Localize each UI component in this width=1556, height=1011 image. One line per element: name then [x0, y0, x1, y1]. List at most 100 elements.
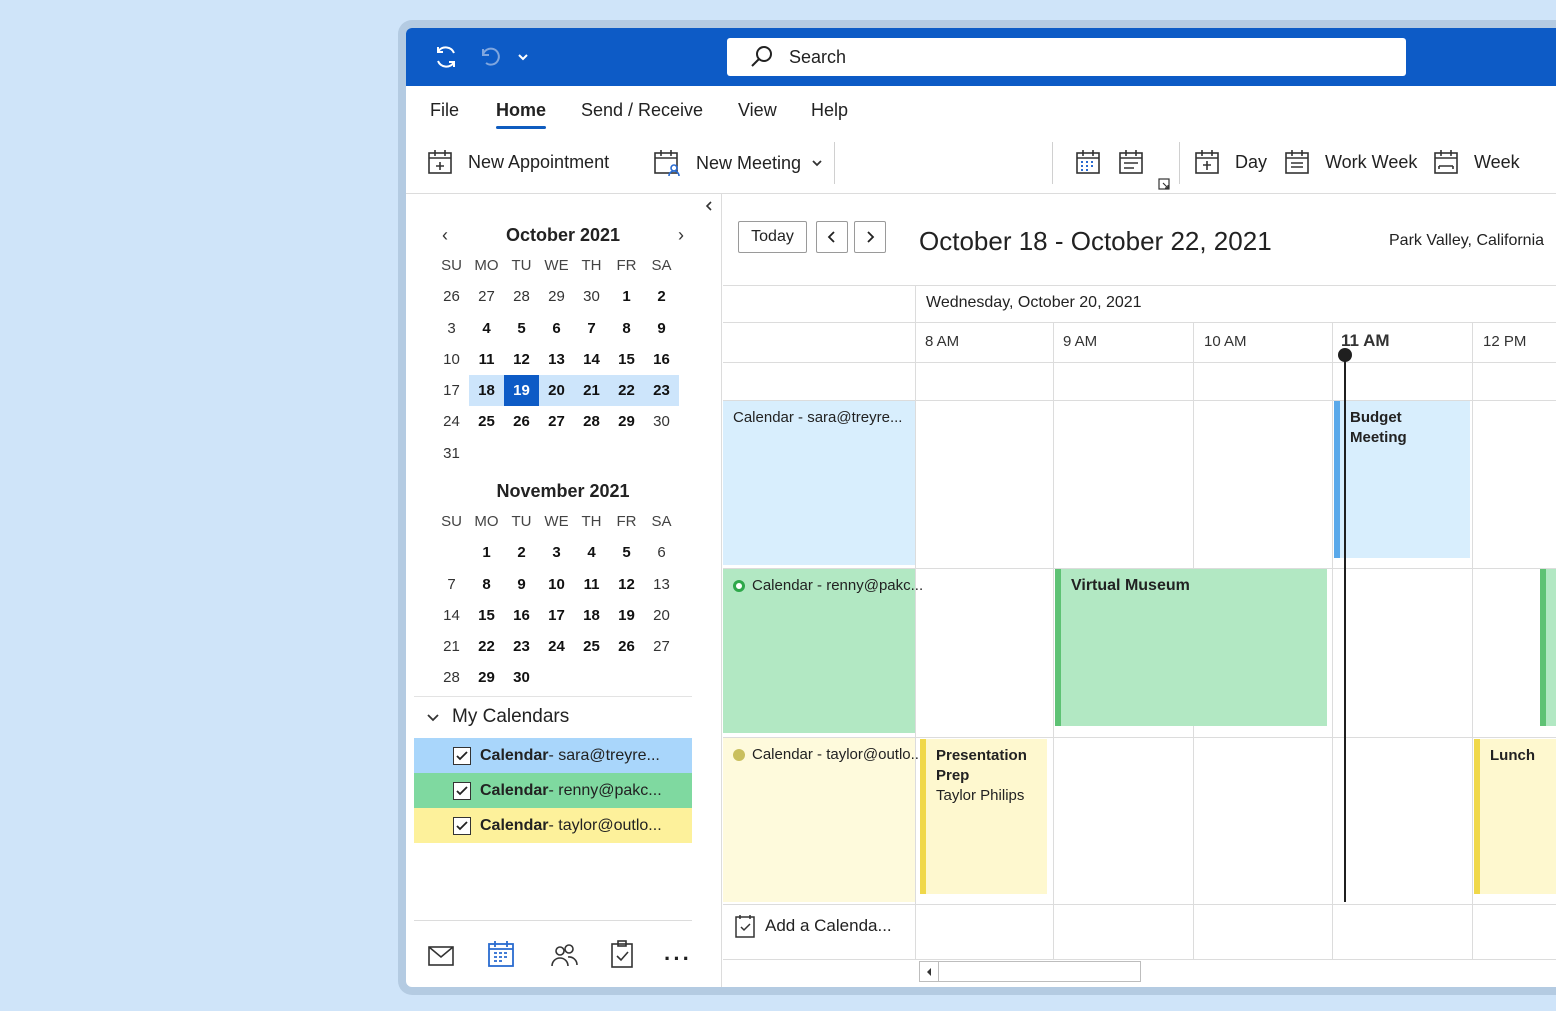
calendar-day[interactable]: 27 — [469, 281, 504, 312]
weather-location[interactable]: Park Valley, California — [1389, 232, 1544, 250]
schedule-view-button[interactable] — [1117, 148, 1159, 176]
calendar-day[interactable]: 2 — [504, 537, 539, 568]
calendar-day[interactable]: 10 — [434, 344, 469, 375]
new-appointment-button[interactable]: New Appointment — [426, 148, 609, 176]
today-button[interactable]: Today — [738, 221, 807, 253]
dialog-launcher-icon[interactable] — [1158, 178, 1170, 190]
calendar-day[interactable]: 24 — [539, 631, 574, 662]
calendar-day[interactable]: 1 — [469, 537, 504, 568]
calendar-day[interactable]: 24 — [434, 406, 469, 437]
calendar-item-renny[interactable]: Calendar - renny@pakc... — [414, 773, 692, 808]
calendar-day[interactable]: 26 — [504, 406, 539, 437]
undo-icon[interactable] — [476, 44, 502, 70]
calendar-day[interactable]: 11 — [469, 344, 504, 375]
calendar-day[interactable]: 31 — [434, 438, 469, 469]
event-budget-meeting[interactable]: Budget Meeting — [1334, 401, 1470, 558]
calendar-day[interactable]: 15 — [609, 344, 644, 375]
calendar-day[interactable]: 16 — [644, 344, 679, 375]
calendar-day[interactable]: 15 — [469, 600, 504, 631]
event-presentation-prep[interactable]: Presentation Prep Taylor Philips — [920, 739, 1047, 894]
calendar-day-today[interactable]: 19 — [504, 375, 539, 407]
calendar-day[interactable]: 22 — [469, 631, 504, 662]
calendar-day[interactable]: 28 — [434, 662, 469, 693]
next-range-button[interactable] — [854, 221, 886, 253]
calendar-day[interactable]: 14 — [434, 600, 469, 631]
calendar-day[interactable]: 28 — [574, 406, 609, 437]
calendar-day[interactable]: 8 — [609, 313, 644, 344]
event-green-overflow[interactable] — [1540, 569, 1556, 726]
calendar-day[interactable]: 25 — [574, 631, 609, 662]
calendar-day[interactable]: 27 — [539, 406, 574, 437]
calendar-day[interactable]: 8 — [469, 569, 504, 600]
week-view-button[interactable]: Week — [1432, 148, 1520, 176]
calendar-item-sara[interactable]: Calendar - sara@treyre... — [414, 738, 692, 773]
calendar-day[interactable]: 16 — [504, 600, 539, 631]
people-icon[interactable] — [550, 942, 578, 973]
calendar-day[interactable]: 12 — [609, 569, 644, 600]
calendar-day[interactable]: 4 — [469, 313, 504, 344]
scroll-left-icon[interactable] — [925, 967, 933, 977]
calendar-day[interactable]: 22 — [609, 375, 644, 407]
calendar-row-taylor[interactable]: Calendar - taylor@outlo... — [723, 738, 923, 902]
calendar-day[interactable]: 1 — [609, 281, 644, 312]
calendar-icon[interactable] — [488, 940, 514, 973]
calendar-day[interactable]: 10 — [539, 569, 574, 600]
calendar-day[interactable]: 17 — [539, 600, 574, 631]
menu-home[interactable]: Home — [496, 100, 547, 129]
sync-icon[interactable] — [433, 44, 459, 70]
mail-icon[interactable] — [428, 946, 454, 971]
menu-file[interactable]: File — [430, 100, 459, 121]
calendar-day[interactable]: 13 — [539, 344, 574, 375]
calendar-day[interactable]: 29 — [539, 281, 574, 312]
menu-help[interactable]: Help — [811, 100, 848, 121]
calendar-day[interactable]: 18 — [469, 375, 504, 407]
calendar-day[interactable]: 14 — [574, 344, 609, 375]
calendar-day[interactable]: 30 — [574, 281, 609, 312]
calendar-day[interactable]: 2 — [644, 281, 679, 312]
previous-range-button[interactable] — [816, 221, 848, 253]
calendar-day[interactable]: 5 — [504, 313, 539, 344]
calendar-day[interactable]: 28 — [504, 281, 539, 312]
calendar-day[interactable]: 21 — [574, 375, 609, 407]
previous-month-icon[interactable]: ‹ — [442, 220, 448, 250]
calendar-day[interactable]: 29 — [609, 406, 644, 437]
new-meeting-button[interactable]: New Meeting — [652, 148, 837, 178]
calendar-day[interactable]: 18 — [574, 600, 609, 631]
calendar-day[interactable]: 7 — [574, 313, 609, 344]
calendar-checkbox[interactable] — [453, 746, 471, 765]
month-view-button[interactable] — [1074, 148, 1116, 176]
calendar-day[interactable]: 21 — [434, 631, 469, 662]
chevron-down-icon[interactable] — [811, 157, 823, 169]
work-week-view-button[interactable]: Work Week — [1283, 148, 1417, 176]
calendar-day[interactable]: 17 — [434, 375, 469, 406]
calendar-item-taylor[interactable]: Calendar - taylor@outlo... — [414, 808, 692, 843]
next-month-icon[interactable]: › — [678, 220, 684, 250]
calendar-day[interactable]: 13 — [644, 569, 679, 600]
calendar-day[interactable]: 20 — [539, 375, 574, 407]
calendar-day[interactable]: 6 — [644, 537, 679, 568]
calendar-day[interactable]: 26 — [609, 631, 644, 662]
calendar-day[interactable]: 25 — [469, 406, 504, 437]
calendar-day[interactable]: 23 — [504, 631, 539, 662]
add-calendar-button[interactable]: Add a Calenda... — [735, 914, 892, 938]
calendar-checkbox[interactable] — [453, 816, 471, 835]
calendar-day[interactable]: 3 — [539, 537, 574, 568]
calendar-checkbox[interactable] — [453, 781, 471, 800]
calendar-day[interactable]: 23 — [644, 375, 679, 407]
calendar-day[interactable]: 19 — [609, 600, 644, 631]
calendar-day[interactable]: 30 — [504, 662, 539, 693]
calendar-day[interactable]: 27 — [644, 631, 679, 662]
calendar-day[interactable]: 7 — [434, 569, 469, 600]
calendar-day[interactable]: 12 — [504, 344, 539, 375]
calendar-day[interactable]: 3 — [434, 313, 469, 344]
calendar-day[interactable]: 6 — [539, 313, 574, 344]
menu-view[interactable]: View — [738, 100, 777, 121]
quick-access-dropdown-icon[interactable] — [510, 44, 536, 70]
calendar-day[interactable]: 5 — [609, 537, 644, 568]
calendar-day[interactable]: 9 — [504, 569, 539, 600]
calendar-row-sara[interactable]: Calendar - sara@treyre... — [723, 401, 915, 565]
calendar-day[interactable]: 11 — [574, 569, 609, 600]
calendar-day[interactable]: 26 — [434, 281, 469, 312]
event-lunch[interactable]: Lunch — [1474, 739, 1556, 894]
my-calendars-header[interactable]: My Calendars — [414, 696, 692, 736]
